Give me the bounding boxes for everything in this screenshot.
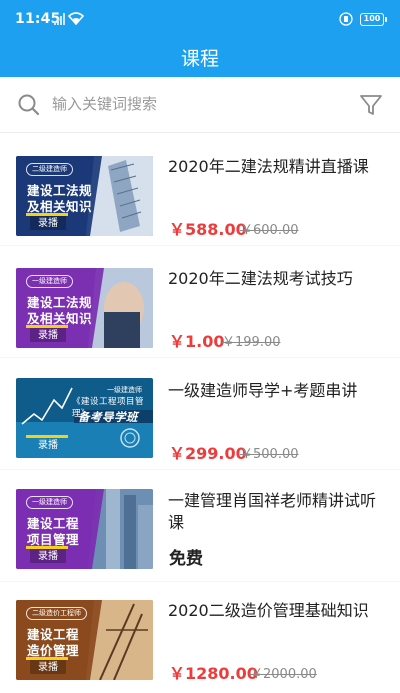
- course-price: 免费: [169, 549, 203, 569]
- course-title: 一级建造师导学+考题串讲: [168, 381, 358, 400]
- course-item[interactable]: 一级建造师 《建设工程项目管理》 备考导学班 录播 一级建造师导学+考题串讲 ￥…: [0, 358, 400, 469]
- recorded-label: 录播: [26, 213, 68, 230]
- page-title: 课程: [180, 48, 219, 70]
- course-item[interactable]: 二级建造师 建设工法规 及相关知识 录播 2020年二建法规精讲直播课 ￥588…: [0, 134, 400, 245]
- thumbnail-tag: 一级建造师: [26, 496, 73, 509]
- recorded-label: 录播: [26, 435, 68, 452]
- course-price: ￥1.00: [169, 332, 225, 351]
- course-thumbnail: 一级建造师 建设工法规 及相关知识 录播: [16, 268, 153, 348]
- search-bar: [0, 77, 400, 133]
- course-price: ￥299.00: [169, 444, 247, 463]
- filter-icon[interactable]: [359, 93, 383, 117]
- search-input[interactable]: [52, 91, 332, 117]
- thumbnail-title-line2: 备考导学班: [78, 410, 138, 424]
- wifi-icon: [68, 12, 84, 25]
- recorded-label: 录播: [26, 546, 68, 563]
- course-title: 一建管理肖国祥老师精讲试听课: [168, 491, 377, 532]
- search-icon[interactable]: [18, 94, 40, 116]
- course-price: ￥1280.00: [169, 664, 258, 683]
- app-header: 11:45 100 课程: [0, 0, 400, 77]
- course-original-price: ￥199.00: [222, 335, 281, 350]
- course-item[interactable]: 一级建造师 建设工程 项目管理 录播 一建管理肖国祥老师精讲试听课 免费: [0, 470, 400, 581]
- course-item[interactable]: 二级造价工程师 建设工程 造价管理 录播 2020二级造价管理基础知识 ￥128…: [0, 582, 400, 693]
- course-original-price: ￥500.00: [240, 447, 299, 462]
- thumbnail-tag: 二级造价工程师: [26, 607, 87, 620]
- course-original-price: ￥600.00: [240, 223, 299, 238]
- vibrate-icon: [339, 12, 353, 26]
- recorded-label: 录播: [26, 325, 68, 342]
- status-bar: 11:45 100: [0, 0, 400, 40]
- thumbnail-tag: 一级建造师: [26, 275, 73, 288]
- course-thumbnail: 二级造价工程师 建设工程 造价管理 录播: [16, 600, 153, 680]
- course-item[interactable]: 一级建造师 建设工法规 及相关知识 录播 2020年二建法规考试技巧 ￥1.00…: [0, 246, 400, 357]
- course-thumbnail: 一级建造师 《建设工程项目管理》 备考导学班 录播: [16, 378, 153, 458]
- course-title: 2020年二建法规考试技巧: [168, 269, 353, 288]
- course-price: ￥588.00: [169, 220, 247, 239]
- battery-icon: 100: [360, 13, 387, 26]
- course-thumbnail: 一级建造师 建设工程 项目管理 录播: [16, 489, 153, 569]
- course-list: 二级建造师 建设工法规 及相关知识 录播 2020年二建法规精讲直播课 ￥588…: [0, 134, 400, 693]
- thumbnail-tag: 二级建造师: [26, 163, 73, 176]
- course-title: 2020年二建法规精讲直播课: [168, 157, 369, 176]
- course-title: 2020二级造价管理基础知识: [168, 601, 369, 620]
- signal-icon: [54, 13, 65, 25]
- course-thumbnail: 二级建造师 建设工法规 及相关知识 录播: [16, 156, 153, 236]
